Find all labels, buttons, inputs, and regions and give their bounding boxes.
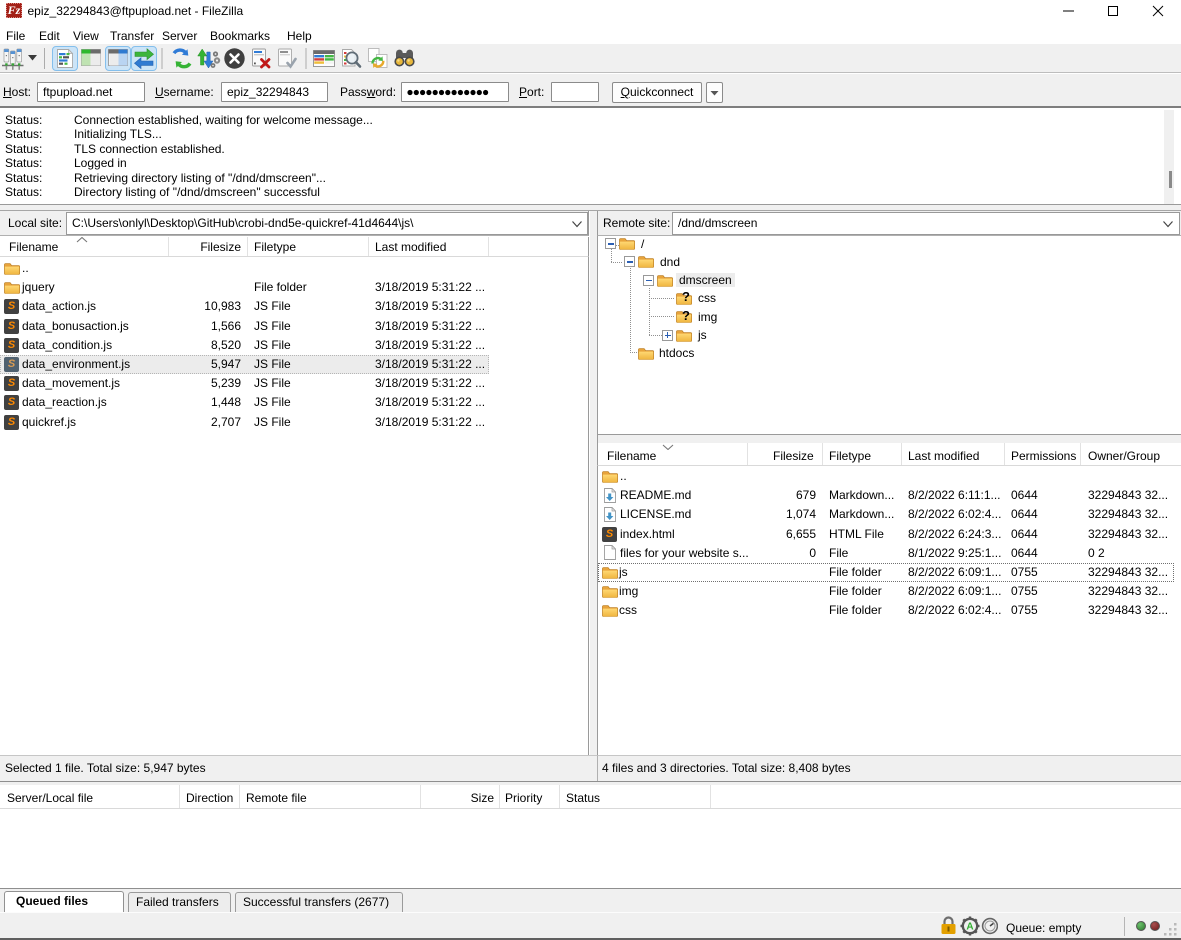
svg-text:A: A: [966, 922, 973, 933]
